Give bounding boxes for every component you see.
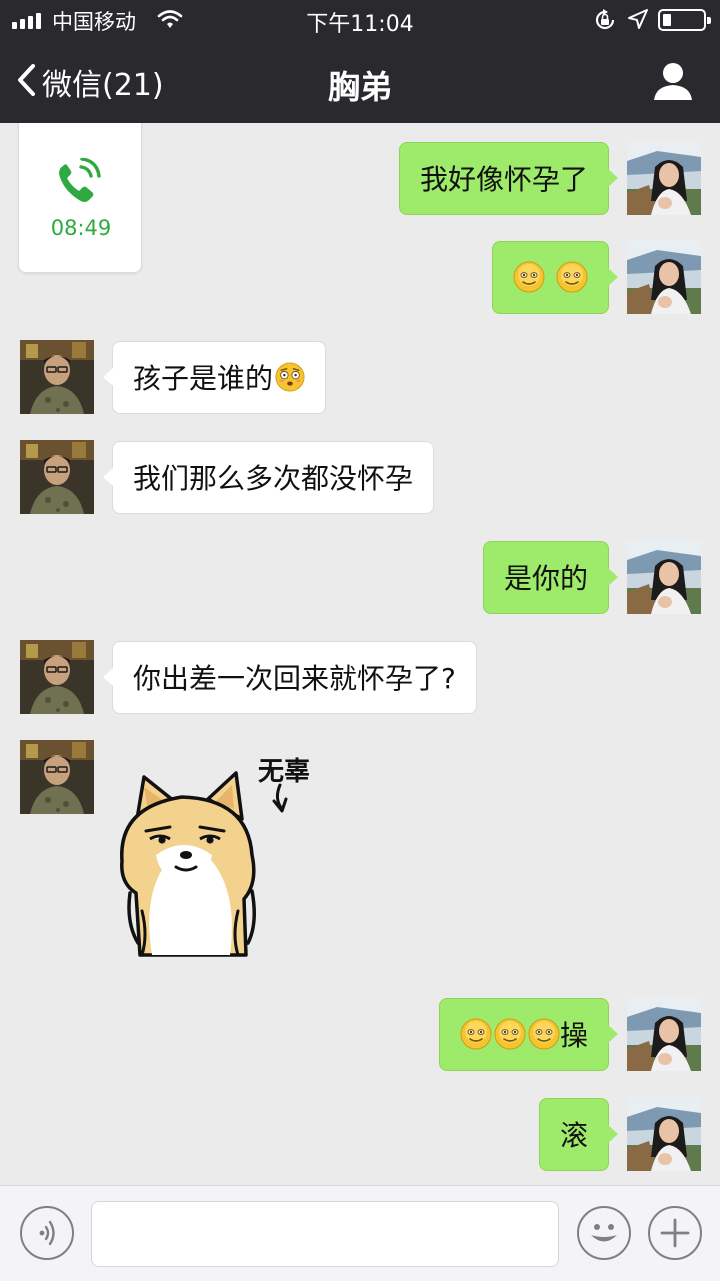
chat-area[interactable]: 08:49 我好像怀孕了 孩子是谁的 我们那么多次都没怀孕 是你的 你出差一次回… <box>0 123 720 1185</box>
avatar[interactable] <box>627 540 701 614</box>
shocked-emoji <box>275 362 305 392</box>
back-button[interactable]: 微信(21) <box>16 60 164 104</box>
avatar[interactable] <box>627 141 701 215</box>
smile-emoji <box>460 1018 492 1050</box>
voice-input-icon <box>22 1220 72 1262</box>
message-row: 你出差一次回来就怀孕了? <box>0 622 720 714</box>
avatar[interactable] <box>627 240 701 314</box>
contact-profile-button[interactable] <box>648 60 698 104</box>
outgoing-message-bubble[interactable]: 滚 <box>538 1098 619 1171</box>
incoming-message-bubble[interactable]: 你出差一次回来就怀孕了? <box>103 641 477 714</box>
message-text: 我们那么多次都没怀孕 <box>133 462 414 495</box>
battery-icon <box>658 9 711 31</box>
message-text: 是你的 <box>503 562 588 595</box>
top-bar: 中国移动 下午11:04 微信(21) 胸弟 <box>0 0 720 123</box>
smile-emoji <box>556 261 588 293</box>
outgoing-message-bubble[interactable]: 是你的 <box>482 541 619 614</box>
outgoing-message-bubble[interactable] <box>492 241 618 314</box>
back-button-label: 微信(21) <box>42 68 164 103</box>
more-functions-button[interactable] <box>648 1206 702 1260</box>
location-arrow-icon <box>627 8 649 34</box>
message-input[interactable] <box>91 1201 559 1267</box>
plus-icon <box>650 1218 700 1262</box>
message-row: 孩子是谁的 <box>0 322 720 414</box>
chevron-left-icon <box>16 63 36 101</box>
message-row <box>0 222 720 314</box>
message-row: 是你的 <box>0 522 720 614</box>
status-bar: 中国移动 下午11:04 <box>0 0 720 40</box>
smile-emoji <box>528 1018 560 1050</box>
emoji-button[interactable] <box>577 1206 631 1260</box>
emoji-face-icon <box>579 1224 629 1262</box>
avatar[interactable] <box>20 440 94 514</box>
contact-profile-icon <box>648 63 698 108</box>
outgoing-message-bubble[interactable]: 我好像怀孕了 <box>398 142 619 215</box>
message-row: 我们那么多次都没怀孕 <box>0 422 720 514</box>
nav-bar: 微信(21) 胸弟 <box>0 40 720 123</box>
message-text: 滚 <box>559 1119 588 1152</box>
battery-level-fill <box>663 14 671 26</box>
rotation-lock-icon <box>593 8 617 36</box>
avatar[interactable] <box>20 640 94 714</box>
message-row: 我好像怀孕了 <box>0 123 720 215</box>
incoming-message-bubble[interactable]: 孩子是谁的 <box>102 341 327 414</box>
message-text: 我好像怀孕了 <box>419 163 588 196</box>
smile-emoji <box>513 261 545 293</box>
shiba-dog-sticker[interactable]: 无辜 <box>112 743 352 969</box>
message-text: 操 <box>559 1019 588 1052</box>
message-row: 滚 <box>0 1079 720 1171</box>
avatar[interactable] <box>627 1097 701 1171</box>
input-bar <box>0 1185 720 1281</box>
avatar[interactable] <box>20 340 94 414</box>
sticker-text: 无辜 <box>258 757 311 787</box>
outgoing-message-bubble[interactable]: 操 <box>438 998 619 1071</box>
smile-emoji <box>494 1018 526 1050</box>
avatar[interactable] <box>20 740 94 814</box>
message-text: 你出差一次回来就怀孕了? <box>133 662 456 695</box>
message-row <box>0 722 720 802</box>
voice-input-button[interactable] <box>20 1206 74 1260</box>
message-text: 孩子是谁的 <box>133 362 274 395</box>
message-row: 操 <box>0 979 720 1071</box>
incoming-message-bubble[interactable]: 我们那么多次都没怀孕 <box>102 441 435 514</box>
avatar[interactable] <box>627 997 701 1071</box>
